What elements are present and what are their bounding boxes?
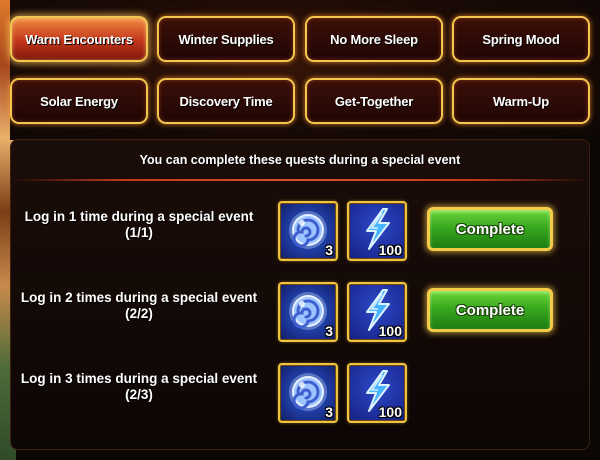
quest-title: Log in 2 times during a special event [20, 290, 258, 305]
reward-slot[interactable]: 3 [278, 201, 338, 261]
complete-button[interactable]: Complete [427, 288, 553, 332]
tab-spring-mood[interactable]: Spring Mood [452, 16, 590, 62]
reward-slot[interactable]: 100 [347, 282, 407, 342]
panel-header: You can complete these quests during a s… [139, 153, 461, 167]
complete-button[interactable]: Complete [427, 207, 553, 251]
tab-no-more-sleep[interactable]: No More Sleep [305, 16, 443, 62]
tab-solar-energy[interactable]: Solar Energy [10, 78, 148, 124]
quest-row: Log in 2 times during a special event (2… [11, 282, 591, 346]
tab-discovery-time[interactable]: Discovery Time [157, 78, 295, 124]
quest-description: Log in 1 time during a special event (1/… [17, 209, 261, 241]
tab-winter-supplies[interactable]: Winter Supplies [157, 16, 295, 62]
quest-panel: You can complete these quests during a s… [10, 139, 590, 450]
tab-warm-up[interactable]: Warm-Up [452, 78, 590, 124]
reward-slot[interactable]: 3 [278, 282, 338, 342]
reward-quantity: 3 [325, 242, 333, 258]
quest-progress: (2/2) [125, 306, 153, 321]
reward-quantity: 3 [325, 404, 333, 420]
quest-description: Log in 2 times during a special event (2… [17, 290, 261, 322]
quest-description: Log in 3 times during a special event (2… [17, 371, 261, 403]
quest-row: Log in 1 time during a special event (1/… [11, 201, 591, 265]
reward-quantity: 3 [325, 323, 333, 339]
tab-warm-encounters[interactable]: Warm Encounters [10, 16, 148, 62]
reward-quantity: 100 [378, 323, 402, 339]
tab-get-together[interactable]: Get-Together [305, 78, 443, 124]
quest-title: Log in 3 times during a special event [20, 371, 258, 386]
quest-progress: (2/3) [125, 387, 153, 402]
header-divider [11, 179, 589, 181]
quest-progress: (1/1) [125, 225, 153, 240]
reward-slot[interactable]: 100 [347, 201, 407, 261]
quest-row: Log in 3 times during a special event (2… [11, 363, 591, 427]
reward-slot[interactable]: 100 [347, 363, 407, 423]
reward-quantity: 100 [378, 242, 402, 258]
reward-slot[interactable]: 3 [278, 363, 338, 423]
quest-title: Log in 1 time during a special event [24, 209, 254, 224]
reward-quantity: 100 [378, 404, 402, 420]
